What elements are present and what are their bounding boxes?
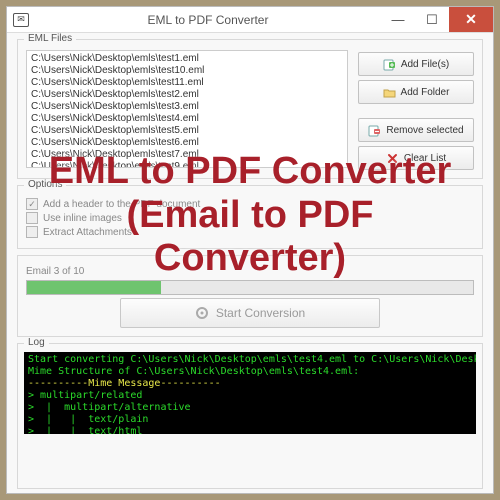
file-list-item[interactable]: C:\Users\Nick\Desktop\emls\test9.eml: [31, 161, 343, 168]
window-buttons: — ☐ ✕: [381, 7, 493, 32]
titlebar: ✉ EML to PDF Converter — ☐ ✕: [7, 7, 493, 33]
add-files-label: Add File(s): [401, 59, 449, 70]
log-line: > multipart/related: [28, 390, 472, 402]
gear-icon: [195, 307, 208, 320]
progress-fill: [27, 281, 161, 294]
progress-label: Email 3 of 10: [26, 266, 474, 277]
remove-selected-label: Remove selected: [386, 125, 463, 136]
app-icon: ✉: [13, 13, 29, 27]
files-group: EML Files C:\Users\Nick\Desktop\emls\tes…: [17, 39, 483, 179]
add-files-button[interactable]: Add File(s): [358, 52, 474, 76]
minimize-button[interactable]: —: [381, 7, 415, 32]
file-list-item[interactable]: C:\Users\Nick\Desktop\emls\test10.eml: [31, 65, 343, 77]
add-folder-button[interactable]: Add Folder: [358, 80, 474, 104]
log-output[interactable]: Start converting C:\Users\Nick\Desktop\e…: [24, 352, 476, 434]
progress-group: Email 3 of 10 Start Conversion: [17, 255, 483, 337]
progress-bar: [26, 280, 474, 295]
add-files-icon: [383, 58, 396, 71]
checkbox-icon: [26, 226, 38, 238]
file-list-item[interactable]: C:\Users\Nick\Desktop\emls\test11.eml: [31, 77, 343, 89]
log-line: Mime Structure of C:\Users\Nick\Desktop\…: [28, 366, 472, 378]
remove-selected-button[interactable]: Remove selected: [358, 118, 474, 142]
option-add-header[interactable]: ✓ Add a header to the PDF document: [26, 198, 474, 210]
maximize-button[interactable]: ☐: [415, 7, 449, 32]
log-line: Start converting C:\Users\Nick\Desktop\e…: [28, 354, 472, 366]
file-list-item[interactable]: C:\Users\Nick\Desktop\emls\test1.eml: [31, 53, 343, 65]
option-label: Extract Attachments: [43, 227, 132, 238]
file-list[interactable]: C:\Users\Nick\Desktop\emls\test1.emlC:\U…: [26, 50, 348, 168]
option-inline-images[interactable]: Use inline images: [26, 212, 474, 224]
file-list-item[interactable]: C:\Users\Nick\Desktop\emls\test4.eml: [31, 113, 343, 125]
close-button[interactable]: ✕: [449, 7, 493, 32]
start-conversion-label: Start Conversion: [216, 306, 305, 320]
file-list-item[interactable]: C:\Users\Nick\Desktop\emls\test5.eml: [31, 125, 343, 137]
remove-icon: [368, 124, 381, 137]
clear-icon: [386, 152, 399, 165]
file-list-item[interactable]: C:\Users\Nick\Desktop\emls\test3.eml: [31, 101, 343, 113]
options-group-label: Options: [24, 179, 66, 190]
options-group: Options ✓ Add a header to the PDF docume…: [17, 185, 483, 249]
add-folder-label: Add Folder: [401, 87, 450, 98]
clear-list-button[interactable]: Clear List: [358, 146, 474, 170]
file-list-item[interactable]: C:\Users\Nick\Desktop\emls\test2.eml: [31, 89, 343, 101]
log-line: > | | text/html: [28, 426, 472, 434]
file-list-item[interactable]: C:\Users\Nick\Desktop\emls\test6.eml: [31, 137, 343, 149]
log-line: > | multipart/alternative: [28, 402, 472, 414]
file-list-item[interactable]: C:\Users\Nick\Desktop\emls\test7.eml: [31, 149, 343, 161]
content-area: EML Files C:\Users\Nick\Desktop\emls\tes…: [7, 33, 493, 493]
clear-list-label: Clear List: [404, 153, 446, 164]
file-buttons-column: Add File(s) Add Folder Remove selected C…: [358, 50, 474, 170]
log-group-label: Log: [24, 337, 49, 348]
option-label: Add a header to the PDF document: [43, 199, 200, 210]
app-window: ✉ EML to PDF Converter — ☐ ✕ EML Files C…: [6, 6, 494, 494]
window-title: EML to PDF Converter: [35, 13, 381, 27]
option-label: Use inline images: [43, 213, 122, 224]
files-group-label: EML Files: [24, 33, 76, 44]
checkbox-icon: ✓: [26, 198, 38, 210]
log-line: > | | text/plain: [28, 414, 472, 426]
start-conversion-button[interactable]: Start Conversion: [120, 298, 380, 328]
checkbox-icon: [26, 212, 38, 224]
add-folder-icon: [383, 86, 396, 99]
option-extract-attachments[interactable]: Extract Attachments: [26, 226, 474, 238]
log-group: Log Start converting C:\Users\Nick\Deskt…: [17, 343, 483, 489]
log-line: ----------Mime Message----------: [28, 378, 472, 390]
